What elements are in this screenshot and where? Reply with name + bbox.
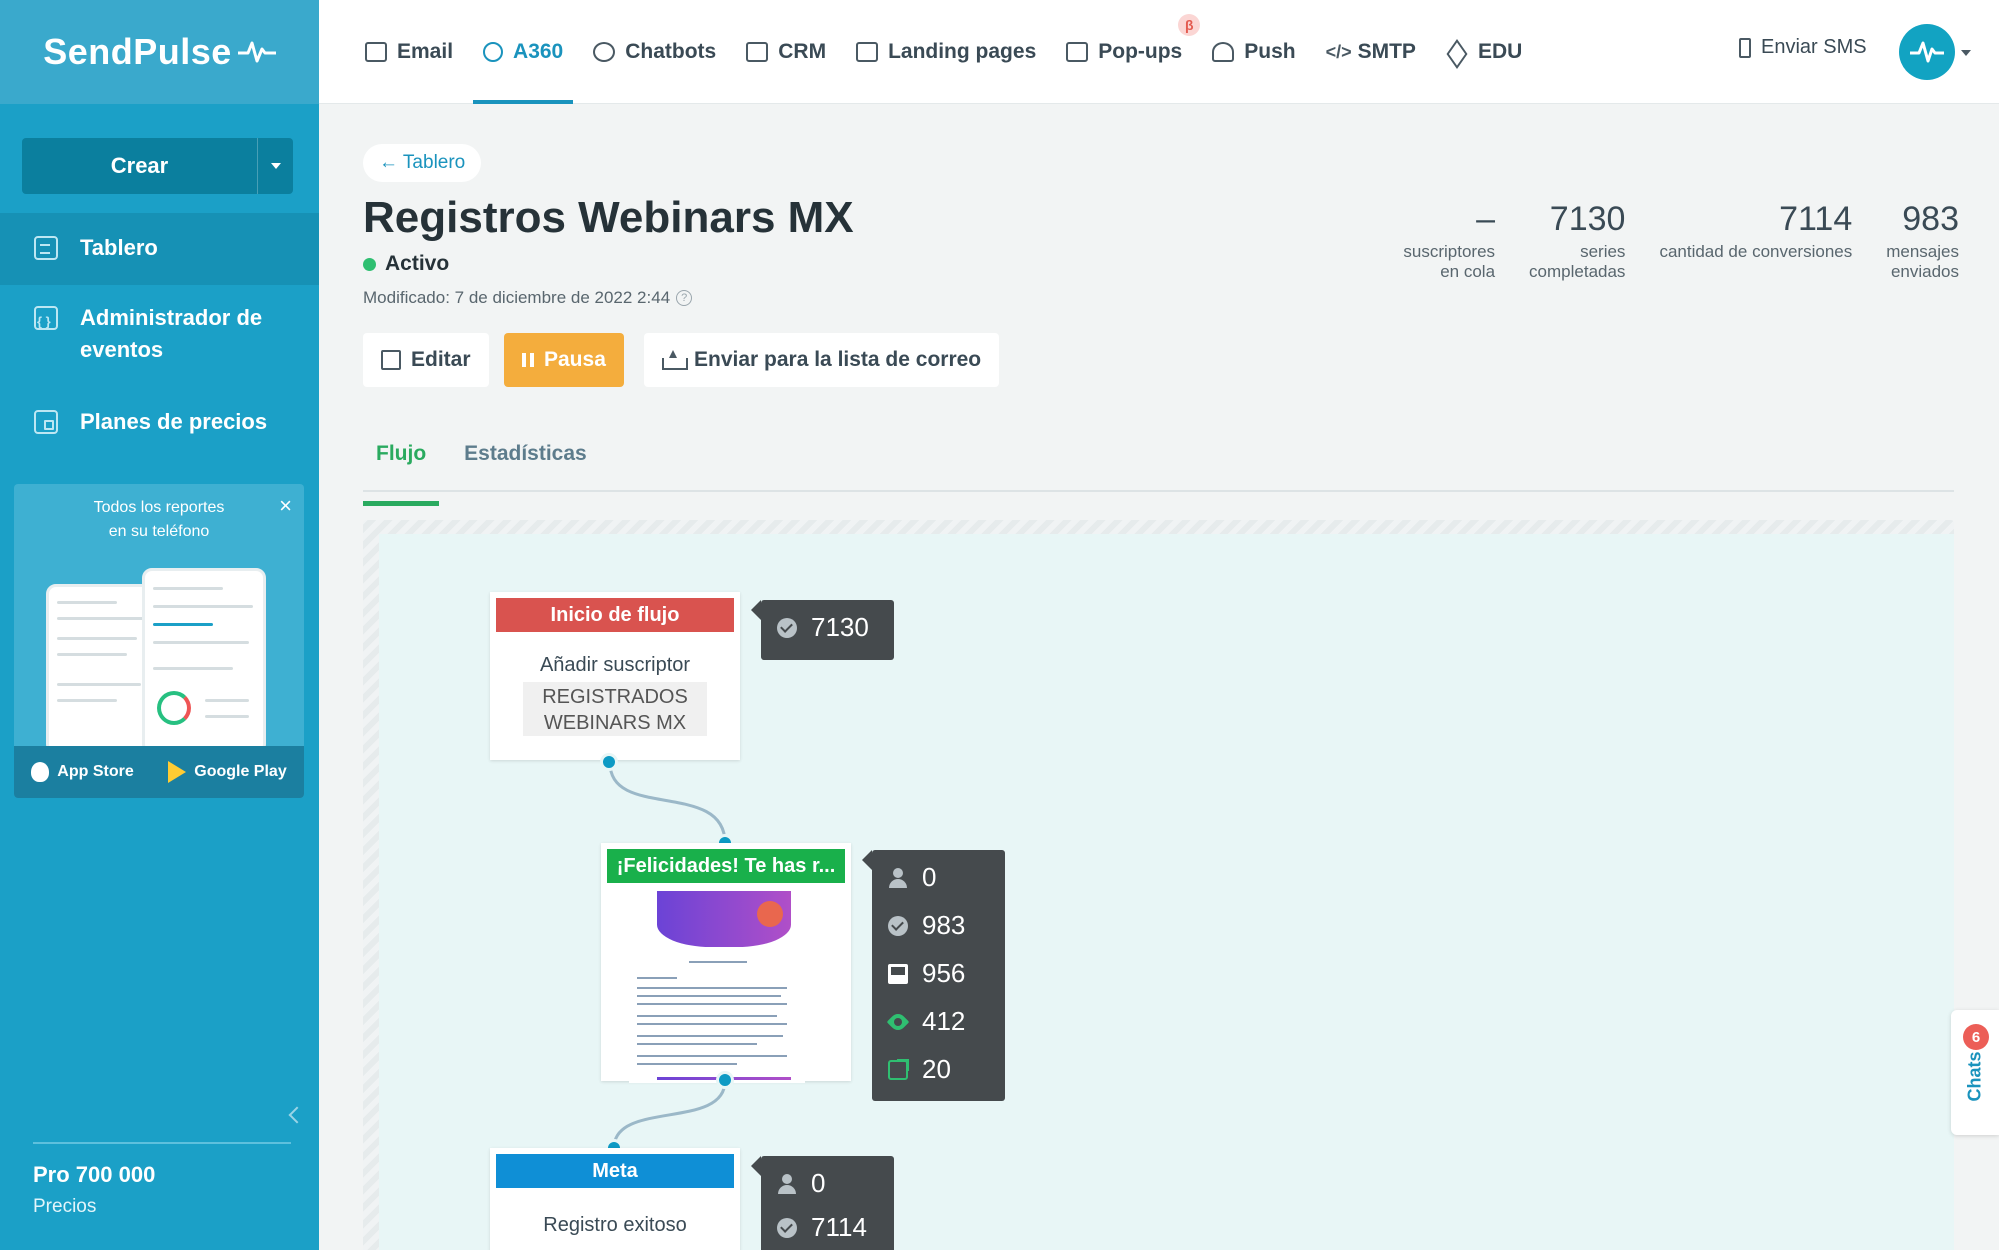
- stat-row: 956: [888, 958, 965, 989]
- stat-value: 983: [922, 910, 966, 940]
- chats-widget[interactable]: 6 Chats: [1951, 1010, 1999, 1135]
- stat-value: 20: [922, 1054, 951, 1084]
- stat-value: 7130: [811, 612, 869, 642]
- external-link-icon: [888, 1058, 909, 1080]
- node-subtitle: Añadir suscriptor: [539, 654, 691, 676]
- stat-value: 7114: [811, 1212, 867, 1242]
- node-subtitle: Registro exitoso: [543, 1214, 687, 1236]
- stat-value: 0: [922, 862, 937, 892]
- stat-value: 0: [811, 1168, 826, 1198]
- stat-row: 7114: [777, 1212, 867, 1243]
- email-preview-thumbnail: [629, 891, 805, 1083]
- node-header: Inicio de flujo: [496, 598, 734, 632]
- stat-row: 20: [888, 1054, 951, 1085]
- node-header: ¡Felicidades! Te has r...: [607, 849, 845, 883]
- node-header: Meta: [496, 1154, 734, 1188]
- flow-start-node[interactable]: Inicio de flujo Añadir suscriptor REGIST…: [490, 592, 740, 760]
- stat-value: 956: [922, 958, 966, 988]
- stat-row: 0: [888, 862, 936, 893]
- output-port[interactable]: [716, 1071, 734, 1089]
- chats-badge: 6: [1963, 1024, 1989, 1050]
- goal-stats-popover: 0 7114: [751, 1156, 894, 1250]
- output-port[interactable]: [600, 753, 618, 771]
- email-stats-popover: 0 983 956 412 20: [862, 850, 1005, 1101]
- eye-icon: [886, 1010, 910, 1033]
- flow-goal-node[interactable]: Meta Registro exitoso: [490, 1148, 740, 1250]
- inbox-icon: [888, 963, 908, 984]
- check-circle-icon: [777, 617, 797, 638]
- stat-row: 0: [777, 1168, 825, 1199]
- stat-row: 412: [886, 1006, 966, 1037]
- start-stats-popover: 7130: [751, 600, 894, 660]
- stat-row: 7130: [777, 612, 869, 643]
- check-circle-icon: [888, 915, 908, 936]
- stat-value: 412: [922, 1006, 966, 1036]
- check-circle-icon: [777, 1217, 797, 1238]
- person-icon: [777, 1173, 797, 1194]
- person-icon: [888, 867, 908, 888]
- flow-email-node[interactable]: ¡Felicidades! Te has r...: [601, 843, 851, 1083]
- list-name: REGISTRADOS WEBINARS MX: [523, 682, 707, 736]
- chats-label: Chats: [1964, 1051, 1985, 1102]
- stat-row: 983: [888, 910, 965, 941]
